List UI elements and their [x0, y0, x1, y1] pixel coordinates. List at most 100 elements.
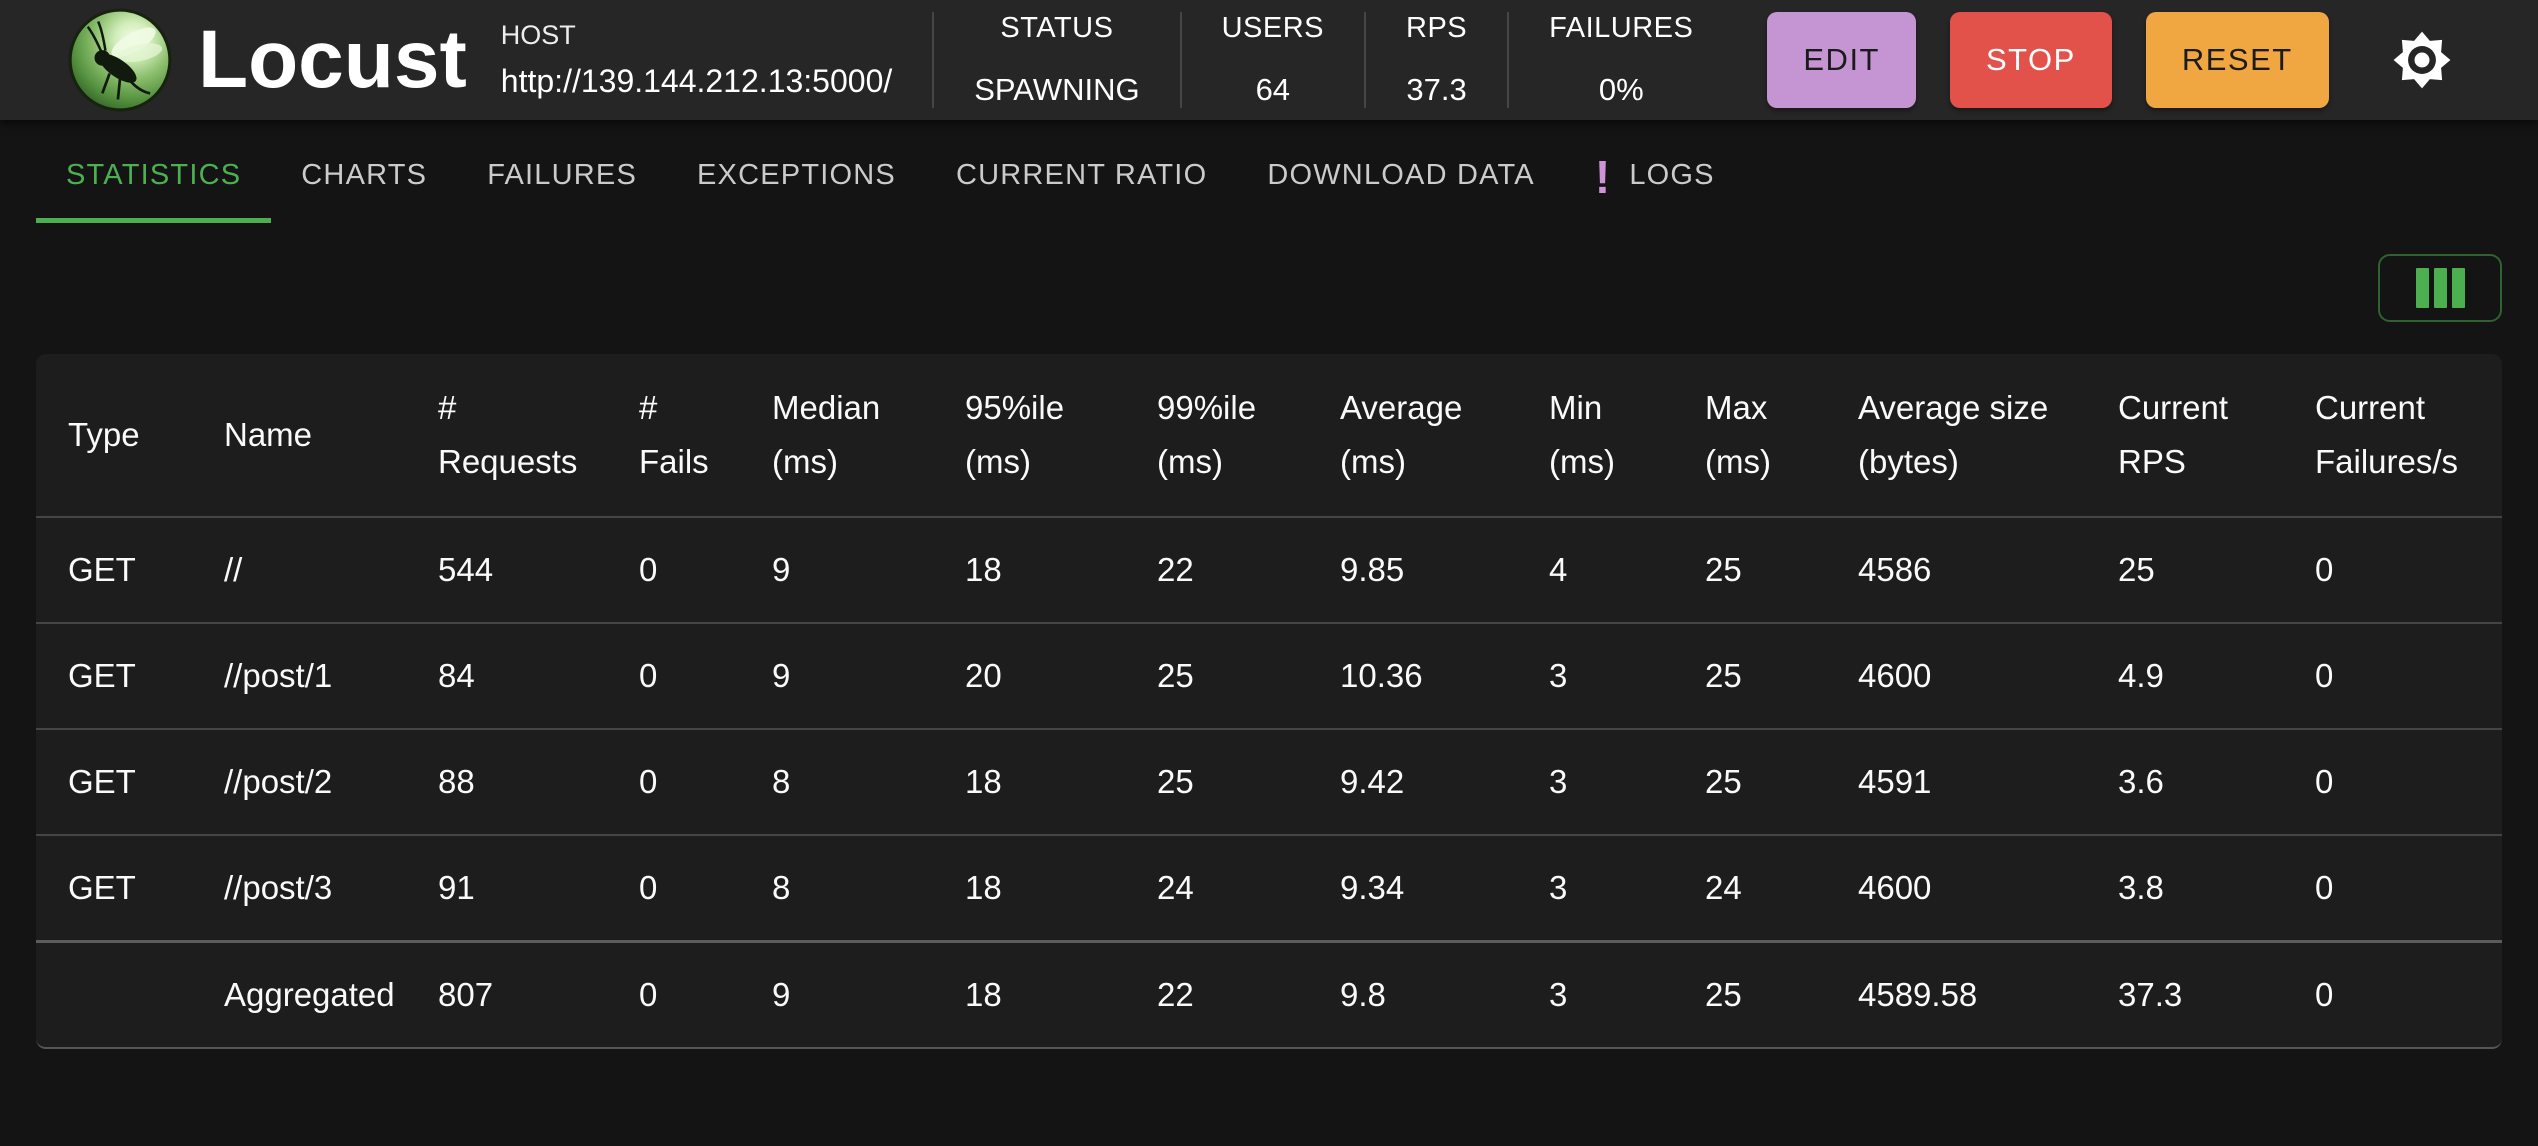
gear-icon [2393, 31, 2451, 89]
table-cell: 4589.58 [1826, 939, 2086, 1047]
tab-statistics[interactable]: STATISTICS [36, 120, 272, 230]
table-cell: 4600 [1826, 622, 2086, 729]
table-cell: 18 [933, 834, 1125, 941]
column-header-min[interactable]: Min (ms) [1517, 354, 1673, 517]
table-cell: 3 [1517, 939, 1673, 1047]
table-cell [36, 939, 192, 1047]
reset-button[interactable]: RESET [2145, 12, 2329, 108]
table-cell: Aggregated [192, 939, 406, 1047]
table-cell: 4591 [1826, 728, 2086, 835]
table-cell: 25 [1673, 728, 1826, 835]
rps-value: 37.3 [1406, 72, 1467, 107]
tab-label: FAILURES [487, 158, 638, 191]
table-row: GET//post/1 84 0 9 20 25 10.36 3 25 4600 4.9 0 [36, 622, 2502, 729]
table-cell: 0 [2283, 834, 2502, 941]
rps-stat: RPS 37.3 [1364, 12, 1507, 108]
stat-label: RPS [1406, 12, 1468, 44]
statistics-table-card: Type Name # Requests # Fails Median (ms) 95%ile(… [36, 354, 2502, 1049]
table-cell: 25 [1673, 939, 1826, 1047]
host-url: http://139.144.212.13:5000/ [500, 63, 893, 99]
tab-logs[interactable]: ! LOGS [1565, 120, 1745, 230]
table-cell: 0 [2283, 516, 2502, 623]
statistics-table: Type Name # Requests # Fails Median (ms) 95%ile(… [36, 354, 2502, 1047]
tab-exceptions[interactable]: EXCEPTIONS [667, 120, 926, 230]
edit-button[interactable]: EDIT [1767, 12, 1916, 108]
table-cell: 22 [1125, 939, 1308, 1047]
column-header-fails[interactable]: # Fails [607, 354, 740, 517]
column-header-p99[interactable]: 99%ile (ms) [1125, 354, 1308, 517]
table-cell: 0 [607, 834, 740, 941]
table-cell: 0 [607, 939, 740, 1047]
table-cell: 25 [1125, 622, 1308, 729]
exclamation-badge-icon: ! [1594, 151, 1612, 203]
column-header-current-rps[interactable]: Current RPS [2086, 354, 2283, 517]
table-cell: 3 [1517, 622, 1673, 729]
nav-tabs: STATISTICS CHARTS FAILURES EXCEPTIONS CU… [0, 120, 2538, 230]
table-cell: 10.36 [1308, 622, 1517, 729]
table-cell: 84 [406, 622, 607, 729]
table-row: GET//544 0 9 18 22 9.85 4 25 4586 25 0 [36, 516, 2502, 623]
table-cell: 9 [740, 939, 933, 1047]
column-header-median[interactable]: Median (ms) [740, 354, 933, 517]
table-cell: //post/1 [192, 622, 406, 729]
table-cell: 25 [1673, 516, 1826, 623]
table-cell: 24 [1673, 834, 1826, 941]
tab-current-ratio[interactable]: CURRENT RATIO [926, 120, 1237, 230]
stat-label: USERS [1221, 12, 1325, 44]
table-cell: 3.8 [2086, 834, 2283, 941]
table-cell: 25 [1125, 728, 1308, 835]
table-cell: 25 [2086, 516, 2283, 623]
main-content: Type Name # Requests # Fails Median (ms) 95%ile(… [0, 254, 2538, 1049]
table-cell: 9 [740, 516, 933, 623]
brand-title[interactable]: Locust [198, 19, 467, 101]
tab-failures[interactable]: FAILURES [457, 120, 667, 230]
column-header-name[interactable]: Name [192, 354, 406, 517]
column-selector-button[interactable] [2378, 254, 2502, 322]
column-header-average[interactable]: Average (ms) [1308, 354, 1517, 517]
table-cell: 807 [406, 939, 607, 1047]
users-value: 64 [1255, 72, 1291, 107]
table-cell: 88 [406, 728, 607, 835]
tab-download-data[interactable]: DOWNLOAD DATA [1237, 120, 1564, 230]
tab-label: EXCEPTIONS [697, 158, 896, 191]
stats-table-header-row: Type Name # Requests # Fails Median (ms) 95%ile(… [36, 354, 2502, 517]
column-header-max[interactable]: Max (ms) [1673, 354, 1826, 517]
settings-button[interactable] [2391, 29, 2453, 91]
table-cell: 0 [607, 516, 740, 623]
table-cell: GET [36, 834, 192, 941]
column-header-current-failures[interactable]: Current Failures/s [2283, 354, 2502, 517]
table-cell: 0 [2283, 939, 2502, 1047]
table-cell: GET [36, 516, 192, 623]
table-toolbar [36, 254, 2502, 322]
stats-table-body: GET//544 0 9 18 22 9.85 4 25 4586 25 0 GET//post/1 8… [36, 516, 2502, 1047]
table-cell: 37.3 [2086, 939, 2283, 1047]
table-cell: 0 [2283, 728, 2502, 835]
table-cell: 9.42 [1308, 728, 1517, 835]
column-header-requests[interactable]: # Requests [406, 354, 607, 517]
aggregated-row: Aggregated 807 0 9 18 22 9.8 3 25 4589.58 37.3 0 [36, 939, 2502, 1047]
view-column-icon [2415, 268, 2465, 308]
table-cell: 18 [933, 939, 1125, 1047]
table-cell: GET [36, 622, 192, 729]
table-cell: 4 [1517, 516, 1673, 623]
locust-logo-icon[interactable] [68, 8, 172, 112]
stat-label: STATUS [1000, 12, 1114, 44]
failures-value: 0% [1598, 72, 1644, 107]
table-cell: // [192, 516, 406, 623]
table-cell: 0 [607, 622, 740, 729]
table-cell: 25 [1673, 622, 1826, 729]
column-header-type[interactable]: Type [36, 354, 192, 517]
users-stat: USERS 64 [1179, 12, 1364, 108]
table-cell: 9.8 [1308, 939, 1517, 1047]
tab-charts[interactable]: CHARTS [271, 120, 457, 230]
table-row: GET//post/2 88 0 8 18 25 9.42 3 25 4591 3.6 0 [36, 728, 2502, 835]
table-cell: 4600 [1826, 834, 2086, 941]
table-cell: 8 [740, 728, 933, 835]
table-cell: 544 [406, 516, 607, 623]
table-cell: 3 [1517, 834, 1673, 941]
tab-label: DOWNLOAD DATA [1267, 158, 1535, 191]
column-header-p95[interactable]: 95%ile (ms) [933, 354, 1125, 517]
stop-button[interactable]: STOP [1950, 12, 2112, 108]
stat-label: FAILURES [1549, 12, 1694, 44]
column-header-average-size[interactable]: Average size (bytes) [1826, 354, 2086, 517]
